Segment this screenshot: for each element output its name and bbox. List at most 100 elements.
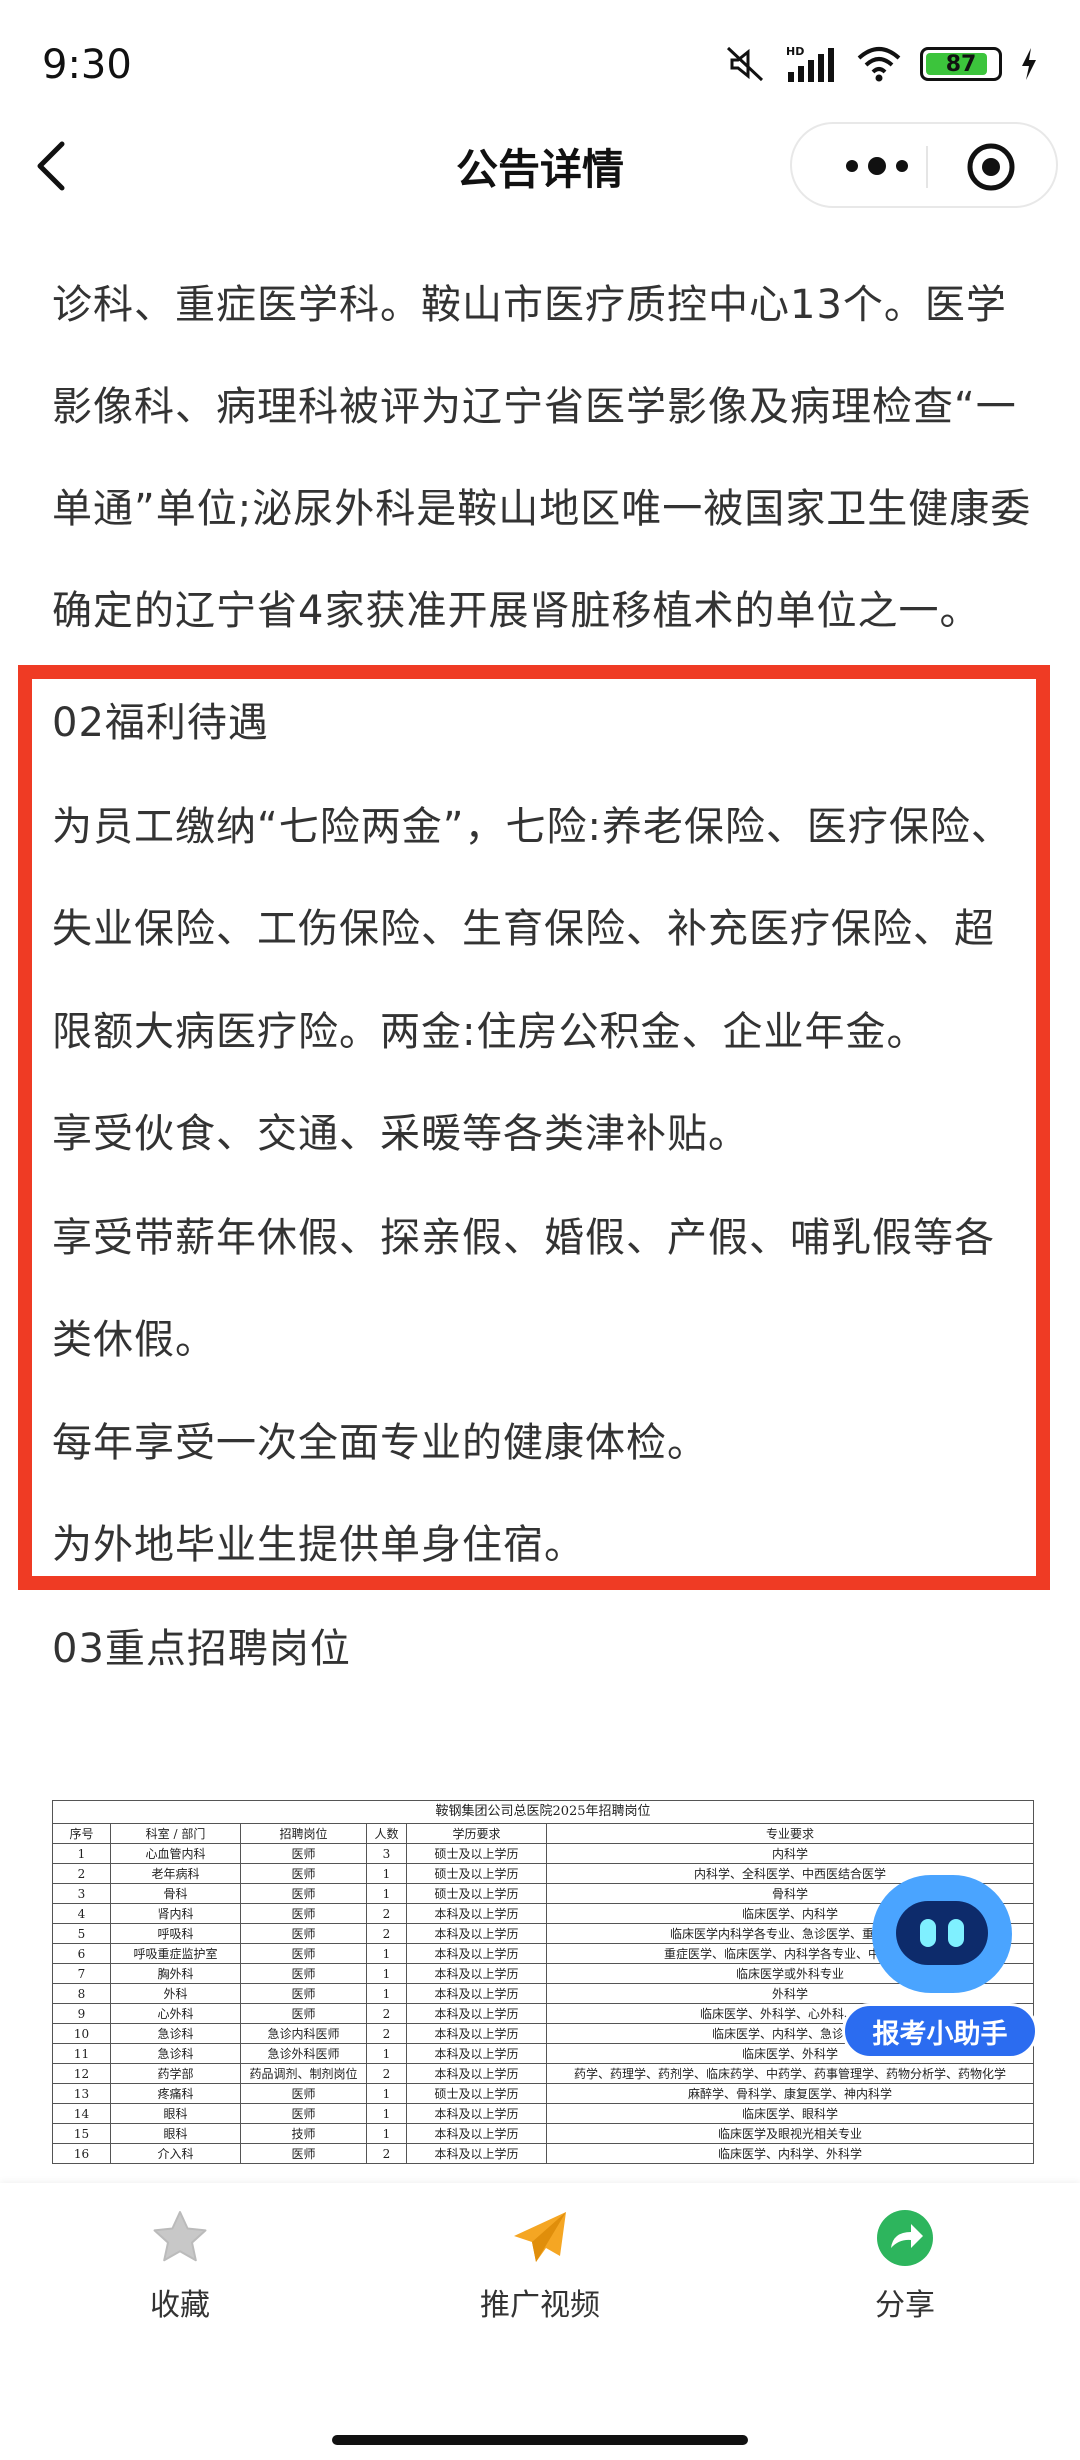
charging-icon — [1022, 48, 1036, 80]
table-cell: 胸外科 — [110, 1963, 241, 1984]
table-cell: 医师 — [240, 1883, 367, 1904]
table-cell: 3 — [366, 1843, 407, 1864]
table-cell: 4 — [52, 1903, 111, 1924]
battery-percent: 87 — [945, 51, 977, 77]
robot-avatar-icon — [872, 1875, 1012, 1993]
table-cell: 心外科 — [110, 2003, 241, 2024]
table-cell: 1 — [366, 1863, 407, 1884]
bottom-action-bar: 收藏 推广视频 分享 — [0, 2183, 1080, 2460]
table-cell: 技师 — [240, 2123, 367, 2144]
more-icon[interactable] — [832, 146, 922, 186]
status-bar: 9:30 HD 87 — [0, 0, 1080, 130]
table-cell: 1 — [52, 1843, 111, 1864]
share-tab[interactable]: 分享 — [805, 2208, 1005, 2328]
article-paragraph: 影像科、病理科被评为辽宁省医学影像及病理检查“一 — [52, 384, 1017, 430]
positions-heading: 03重点招聘岗位 — [52, 1626, 351, 1672]
exam-assistant-button[interactable]: 报考小助手 — [842, 1875, 1042, 2065]
table-cell: 疼痛科 — [110, 2083, 241, 2104]
wifi-icon — [857, 47, 901, 82]
robot-eye — [920, 1919, 936, 1947]
assistant-label: 报考小助手 — [842, 2003, 1038, 2059]
table-cell: 16 — [52, 2143, 111, 2164]
robot-eye — [948, 1919, 964, 1947]
table-cell: 1 — [366, 2103, 407, 2124]
nav-bar: 公告详情 — [0, 120, 1080, 210]
table-header-cell: 人数 — [366, 1823, 407, 1844]
table-cell: 医师 — [240, 1983, 367, 2004]
status-icons: HD 87 — [724, 44, 1038, 84]
table-cell: 硕士及以上学历 — [406, 1843, 547, 1864]
table-cell: 本科及以上学历 — [406, 1963, 547, 1984]
highlight-annotation-box — [18, 665, 1050, 1590]
article-paragraph: 单通”单位;泌尿外科是鞍山地区唯一被国家卫生健康委 — [52, 486, 1032, 532]
favorite-tab[interactable]: 收藏 — [80, 2208, 280, 2328]
table-cell: 外科 — [110, 1983, 241, 2004]
table-cell: 医师 — [240, 2103, 367, 2124]
table-cell: 1 — [366, 1883, 407, 1904]
table-cell: 1 — [366, 2083, 407, 2104]
table-cell: 药学、药理学、药剂学、临床药学、中药学、药事管理学、药物分析学、药物化学 — [546, 2063, 1034, 2084]
table-cell: 急诊内科医师 — [240, 2023, 367, 2044]
table-cell: 15 — [52, 2123, 111, 2144]
table-cell: 骨科 — [110, 1883, 241, 1904]
table-cell: 2 — [366, 2143, 407, 2164]
table-cell: 2 — [366, 1903, 407, 1924]
table-cell: 医师 — [240, 1923, 367, 1944]
table-header-cell: 学历要求 — [406, 1823, 547, 1844]
table-cell: 14 — [52, 2103, 111, 2124]
table-row: 16 介入科 医师 2 本科及以上学历 临床医学、内科学、外科学 — [52, 2143, 1034, 2164]
table-cell: 2 — [52, 1863, 111, 1884]
table-cell: 急诊外科医师 — [240, 2043, 367, 2064]
table-cell: 3 — [52, 1883, 111, 1904]
table-cell: 肾内科 — [110, 1903, 241, 1924]
table-cell: 眼科 — [110, 2123, 241, 2144]
article-paragraph: 确定的辽宁省4家获准开展肾脏移植术的单位之一。 — [52, 588, 981, 634]
promo-video-tab[interactable]: 推广视频 — [440, 2208, 640, 2328]
star-icon — [153, 2211, 207, 2262]
close-mini-program-icon[interactable] — [964, 140, 1018, 194]
table-cell: 急诊科 — [110, 2023, 241, 2044]
table-cell: 呼吸重症监护室 — [110, 1943, 241, 1964]
table-row: 15 眼科 技师 1 本科及以上学历 临床医学及眼视光相关专业 — [52, 2123, 1034, 2144]
table-cell: 11 — [52, 2043, 111, 2064]
table-header-cell: 序号 — [52, 1823, 111, 1844]
table-cell: 12 — [52, 2063, 111, 2084]
table-cell: 2 — [366, 2023, 407, 2044]
table-cell: 本科及以上学历 — [406, 2063, 547, 2084]
signal-icon: HD — [786, 45, 834, 82]
table-cell: 药学部 — [110, 2063, 241, 2084]
table-row: 1 心血管内科 医师 3 硕士及以上学历 内科学 — [52, 1843, 1034, 1864]
table-cell: 麻醉学、骨科学、康复医学、神内科学 — [546, 2083, 1034, 2104]
table-cell: 1 — [366, 2043, 407, 2064]
paper-plane-icon — [514, 2212, 566, 2262]
table-header-row: 序号 科室 / 部门 招聘岗位 人数 学历要求 专业要求 — [52, 1823, 1034, 1844]
table-cell: 2 — [366, 2003, 407, 2024]
table-cell: 医师 — [240, 2083, 367, 2104]
table-cell: 本科及以上学历 — [406, 2003, 547, 2024]
table-cell: 医师 — [240, 1863, 367, 1884]
table-cell: 眼科 — [110, 2103, 241, 2124]
table-caption: 鞍钢集团公司总医院2025年招聘岗位 — [52, 1800, 1034, 1823]
mute-icon — [726, 46, 764, 82]
favorite-label: 收藏 — [150, 2288, 210, 2323]
article-paragraph: 诊科、重症医学科。鞍山市医疗质控中心13个。医学 — [52, 282, 1007, 328]
table-cell: 本科及以上学历 — [406, 2023, 547, 2044]
share-arrow-icon — [877, 2210, 933, 2266]
table-cell: 医师 — [240, 1903, 367, 1924]
table-cell: 医师 — [240, 1943, 367, 1964]
home-indicator[interactable] — [332, 2435, 748, 2445]
promo-video-label: 推广视频 — [480, 2288, 600, 2323]
table-cell: 介入科 — [110, 2143, 241, 2164]
table-cell: 医师 — [240, 2003, 367, 2024]
table-cell: 医师 — [240, 1843, 367, 1864]
table-cell: 本科及以上学历 — [406, 2143, 547, 2164]
table-cell: 临床医学及眼视光相关专业 — [546, 2123, 1034, 2144]
table-cell: 心血管内科 — [110, 1843, 241, 1864]
table-cell: 2 — [366, 1923, 407, 1944]
table-cell: 1 — [366, 1963, 407, 1984]
battery-indicator: 87 — [920, 47, 1002, 81]
table-cell: 医师 — [240, 2143, 367, 2164]
table-cell: 13 — [52, 2083, 111, 2104]
table-cell: 老年病科 — [110, 1863, 241, 1884]
table-cell: 临床医学、眼科学 — [546, 2103, 1034, 2124]
